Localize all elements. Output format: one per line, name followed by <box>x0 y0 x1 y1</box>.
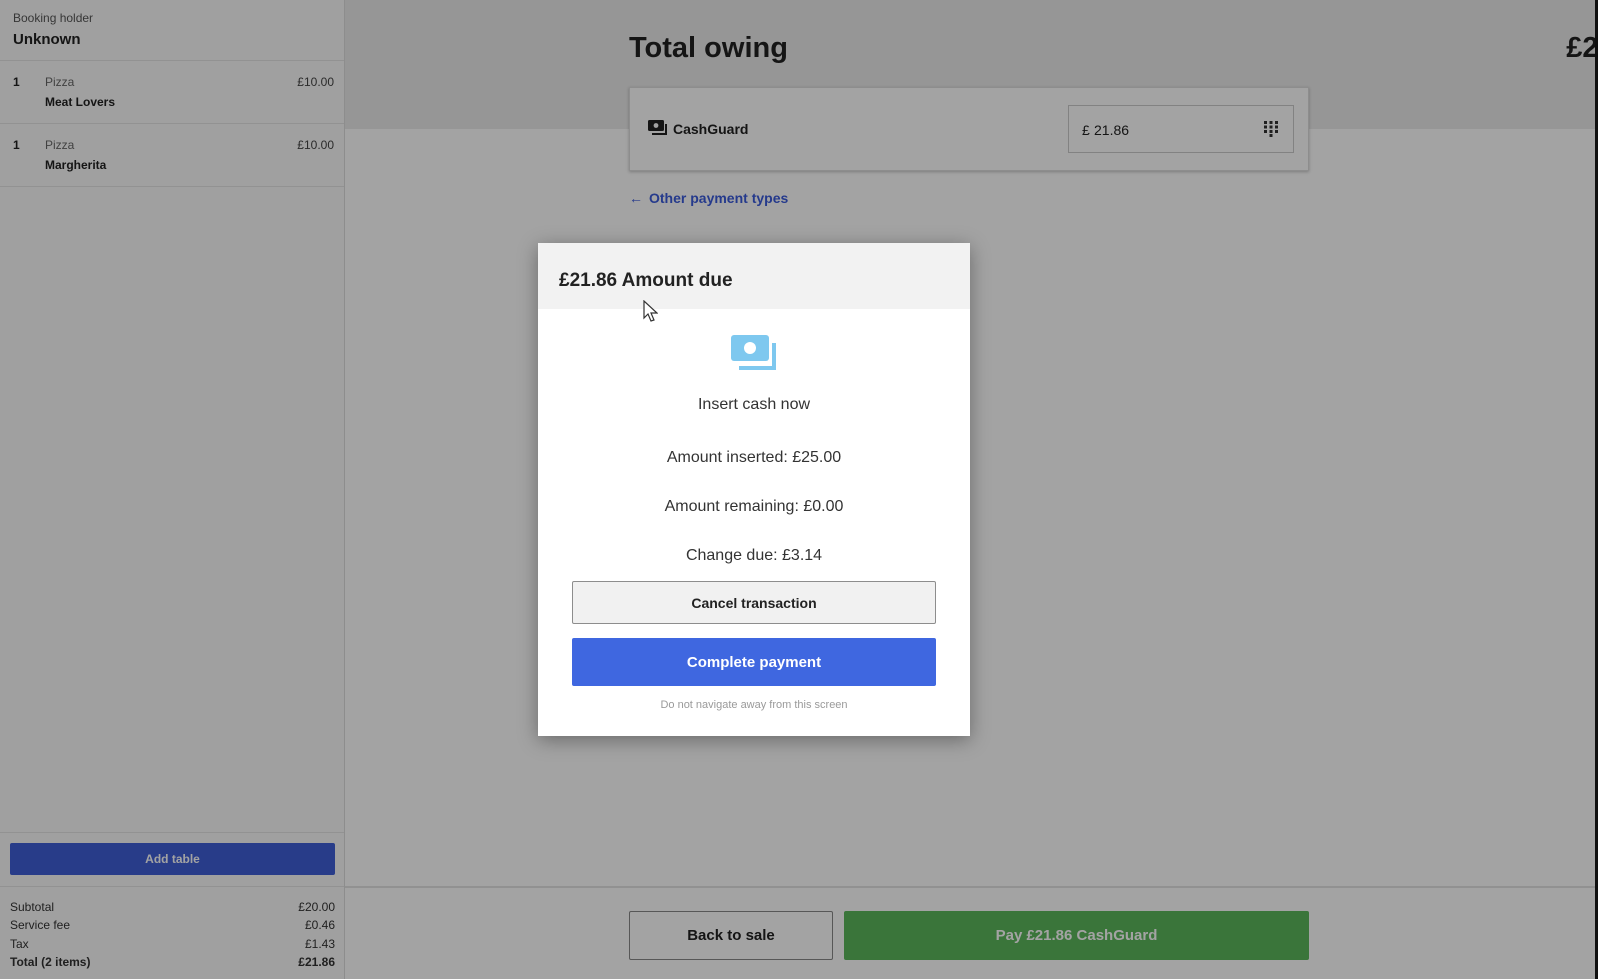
mouse-cursor-icon <box>643 300 658 322</box>
insert-cash-instruction: Insert cash now <box>697 396 811 413</box>
change-due: Change due: £3.14 <box>685 547 823 564</box>
cash-icon <box>731 335 776 370</box>
dialog-title: £21.86 Amount due <box>559 270 733 291</box>
amount-inserted: Amount inserted: £25.00 <box>666 449 842 466</box>
dialog-warning-note: Do not navigate away from this screen <box>660 699 848 711</box>
cancel-transaction-button[interactable]: Cancel transaction <box>572 581 936 624</box>
amount-due-dialog: £21.86 Amount due Insert cash now Amount… <box>538 243 970 736</box>
complete-payment-button[interactable]: Complete payment <box>572 638 936 686</box>
amount-remaining: Amount remaining: £0.00 <box>664 498 844 515</box>
